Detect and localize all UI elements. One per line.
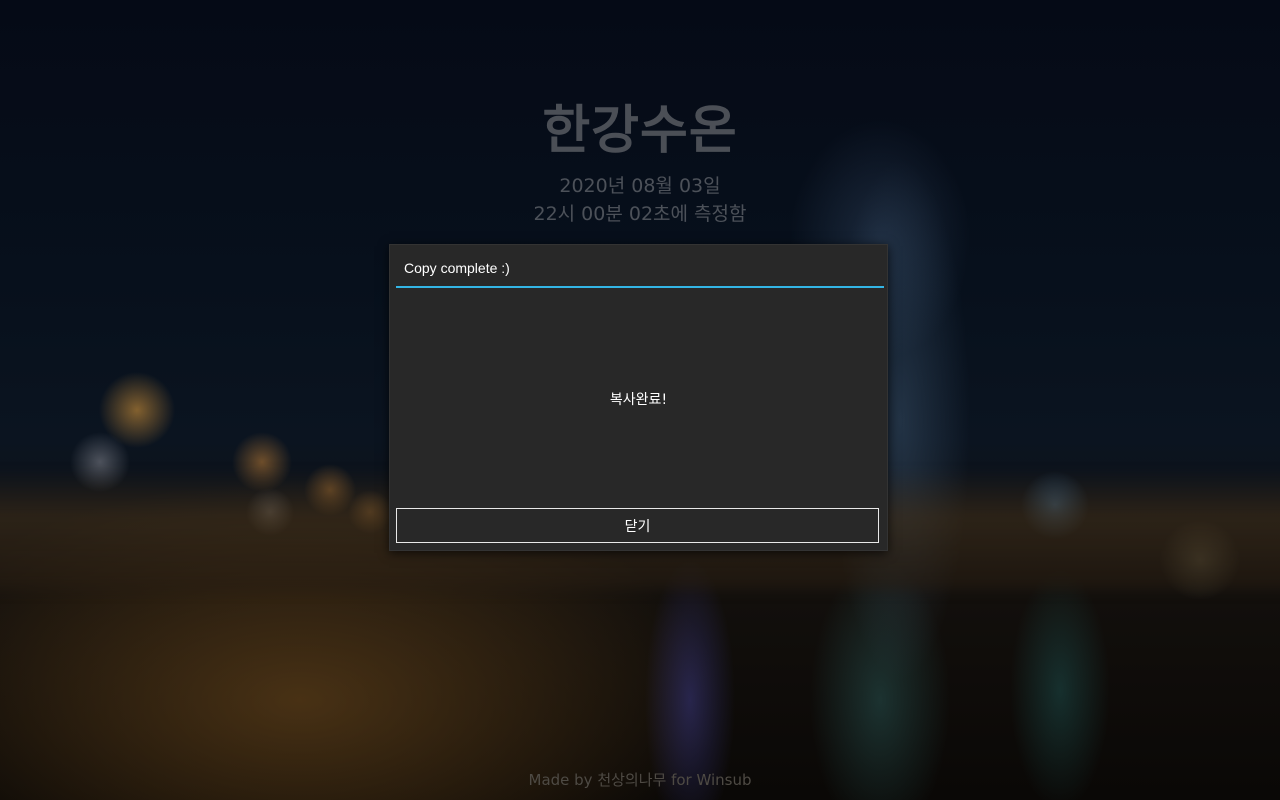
copy-complete-dialog: Copy complete :) 복사완료! 닫기 xyxy=(389,244,888,551)
measurement-time: 22시 00분 02초에 측정함 xyxy=(533,203,747,225)
measurement-date: 2020년 08월 03일 xyxy=(559,175,721,197)
measurement-datetime: 2020년 08월 03일 22시 00분 02초에 측정함 xyxy=(0,172,1280,228)
close-button[interactable]: 닫기 xyxy=(396,508,879,543)
dialog-title-divider xyxy=(396,286,884,288)
dialog-message: 복사완료! xyxy=(609,392,668,408)
dialog-title: Copy complete :) xyxy=(404,260,510,276)
footer-credit: Made by 천상의나무 for Winsub xyxy=(528,771,752,789)
app-screen: 한강수온 2020년 08월 03일 22시 00분 02초에 측정함 Copy… xyxy=(0,0,1280,800)
page-title: 한강수온 xyxy=(542,101,738,161)
